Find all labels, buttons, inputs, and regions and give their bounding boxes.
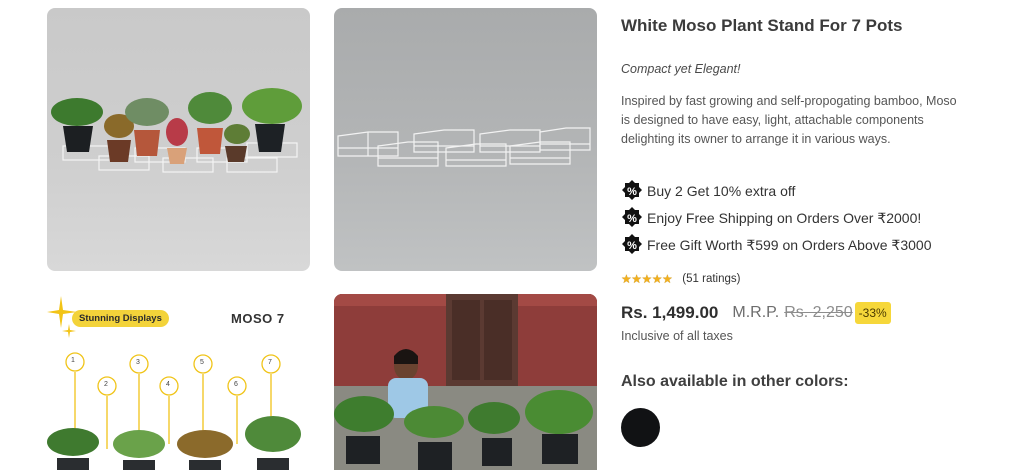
offer-text: Enjoy Free Shipping on Orders Over ₹2000… (647, 209, 922, 226)
svg-text:%: % (627, 186, 637, 198)
svg-text:%: % (627, 240, 637, 252)
price-row: Rs. 1,499.00 M.R.P. Rs. 2,250 -33% (621, 302, 891, 324)
product-image-lifestyle[interactable] (334, 294, 597, 470)
rating-summary[interactable]: ★★★★★ (51 ratings) (621, 272, 740, 286)
marker-number: 1 (71, 357, 75, 364)
color-swatch-black[interactable] (621, 408, 660, 447)
product-title: White Moso Plant Stand For 7 Pots (621, 16, 903, 35)
marker-number: 6 (234, 381, 238, 388)
discount-badge-icon: % (622, 207, 642, 227)
offer-item: % Enjoy Free Shipping on Orders Over ₹20… (621, 207, 921, 229)
marker-number: 2 (104, 381, 108, 388)
marker-number: 5 (200, 359, 204, 366)
empty-stand-photo (337, 127, 591, 167)
mrp-value: Rs. 2,250 (784, 304, 853, 321)
product-image-plants-on-stand[interactable] (47, 8, 310, 271)
offer-text: Free Gift Worth ₹599 on Orders Above ₹30… (647, 236, 932, 253)
product-image-empty-stand[interactable] (334, 8, 597, 271)
brand-label: MOSO 7 (231, 311, 285, 326)
product-description: Inspired by fast growing and self-propog… (621, 94, 957, 146)
product-tagline: Compact yet Elegant! (621, 62, 741, 76)
discount-badge: -33% (854, 302, 891, 324)
sale-price: Rs. 1,499.00 (621, 303, 719, 322)
plants-on-stand-photo (51, 88, 302, 173)
colors-heading: Also available in other colors: (621, 373, 849, 390)
offer-item: % Free Gift Worth ₹599 on Orders Above ₹… (621, 234, 931, 256)
offer-text: Buy 2 Get 10% extra off (647, 183, 796, 199)
marker-number: 7 (268, 359, 272, 366)
tax-note: Inclusive of all taxes (621, 329, 733, 343)
mrp-label: M.R.P. (732, 304, 780, 321)
offer-item: % Buy 2 Get 10% extra off (621, 180, 795, 202)
stunning-displays-badge: Stunning Displays (72, 310, 169, 327)
rating-count: (51 ratings) (682, 273, 741, 285)
lifestyle-photo (334, 294, 597, 470)
marker-number: 4 (166, 381, 170, 388)
svg-text:%: % (627, 213, 637, 225)
product-image-infographic[interactable]: Stunning Displays MOSO 7 1 2 3 4 5 6 7 (47, 294, 310, 470)
discount-badge-icon: % (622, 234, 642, 254)
star-rating-icon: ★★★★★ (621, 272, 673, 286)
marker-number: 3 (136, 359, 140, 366)
discount-badge-icon: % (622, 180, 642, 200)
